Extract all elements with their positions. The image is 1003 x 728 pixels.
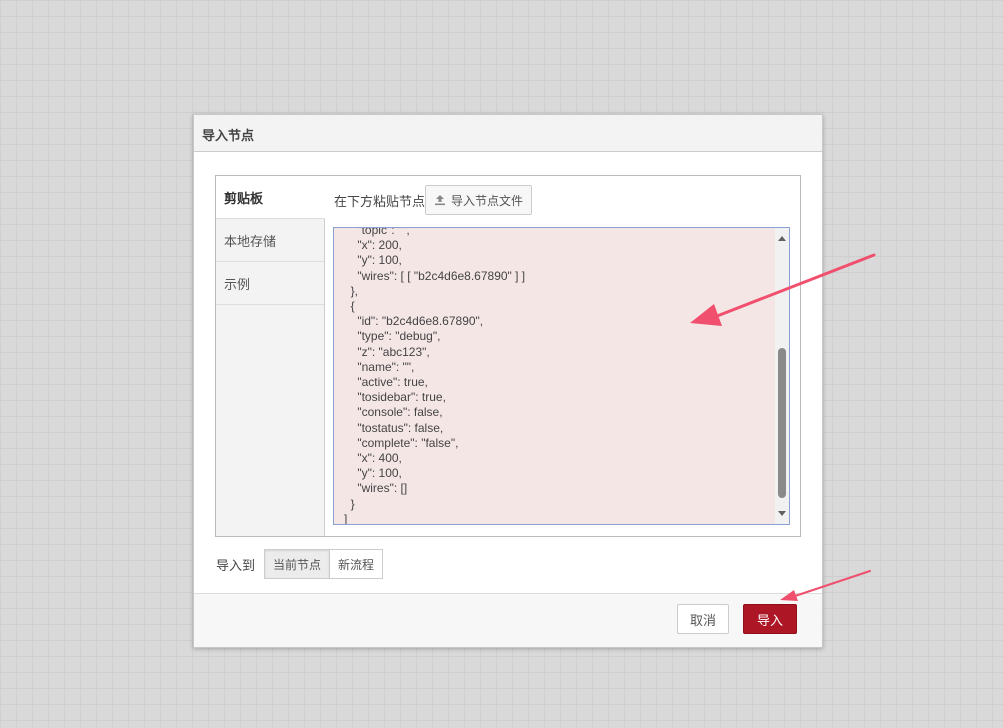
dialog-footer: 取消 导入 (194, 593, 822, 647)
import-to-label: 导入到 (216, 558, 256, 574)
import-source-tabs: 剪贴板 本地存储 示例 (216, 176, 325, 536)
import-target-toggle: 当前节点 新流程 (264, 549, 384, 579)
tab-clipboard[interactable]: 剪贴板 (216, 176, 325, 219)
textarea-scrollbar[interactable] (775, 228, 789, 524)
scroll-up-icon[interactable] (778, 236, 786, 241)
import-to-row: 导入到 当前节点 新流程 (216, 549, 384, 579)
import-to-new-flow-button[interactable]: 新流程 (330, 549, 384, 579)
import-file-button[interactable]: 导入节点文件 (425, 185, 533, 215)
paste-row: 在下方粘贴节点 导入节点文件 (334, 185, 533, 215)
import-button[interactable]: 导入 (743, 604, 797, 634)
cancel-button[interactable]: 取消 (677, 604, 729, 634)
dialog-title: 导入节点 (194, 115, 822, 152)
paste-label: 在下方粘贴节点 (334, 194, 426, 210)
import-nodes-dialog: 导入节点 剪贴板 本地存储 示例 在下方粘贴节点 导入节点文件 "topic":… (193, 114, 823, 648)
import-to-current-flow-button[interactable]: 当前节点 (264, 549, 331, 579)
scroll-down-icon[interactable] (778, 511, 786, 516)
import-content-box: 剪贴板 本地存储 示例 在下方粘贴节点 导入节点文件 "topic": "", … (215, 175, 801, 537)
scroll-thumb[interactable] (778, 348, 786, 498)
tab-local-storage[interactable]: 本地存储 (216, 219, 324, 262)
clipboard-code: "topic": "", "x": 200, "y": 100, "wires"… (344, 227, 526, 525)
tab-examples[interactable]: 示例 (216, 262, 324, 305)
upload-icon (435, 195, 446, 206)
clipboard-textarea[interactable]: "topic": "", "x": 200, "y": 100, "wires"… (333, 227, 790, 525)
clipboard-panel: 在下方粘贴节点 导入节点文件 "topic": "", "x": 200, "y… (324, 176, 800, 536)
import-file-button-label: 导入节点文件 (451, 193, 524, 208)
